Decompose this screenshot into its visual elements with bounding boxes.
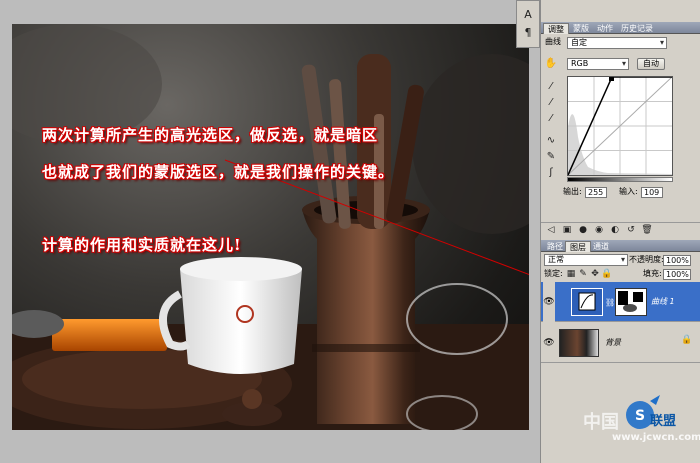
background-layer-thumb bbox=[559, 329, 599, 357]
input-gradient-bar bbox=[567, 177, 673, 182]
layer-name-background[interactable]: 背景 bbox=[605, 337, 621, 348]
clip-icon[interactable]: ● bbox=[577, 224, 589, 236]
fill-field[interactable]: 100% bbox=[663, 269, 691, 280]
eye-icon[interactable]: 👁 bbox=[543, 282, 555, 322]
document-photo[interactable]: 两次计算所产生的高光选区，做反选，就是暗区 也就成了我们的蒙版选区，就是我们操作… bbox=[12, 24, 529, 430]
curves-glyph bbox=[578, 292, 596, 311]
smooth-icon[interactable]: ʃ bbox=[544, 166, 558, 179]
lock-label: 锁定: bbox=[544, 269, 563, 278]
tab-adjustments[interactable]: 调整 bbox=[543, 23, 569, 34]
lock-transparency-icon[interactable]: ▦ bbox=[565, 268, 577, 280]
text-tool-icon[interactable]: A bbox=[520, 8, 536, 22]
preset-select[interactable]: 自定 bbox=[567, 37, 667, 49]
annotation-line-2: 也就成了我们的蒙版选区，就是我们操作的关键。 bbox=[42, 163, 395, 181]
auto-button[interactable]: 自动 bbox=[637, 58, 665, 70]
black-eyedropper-icon[interactable]: ⁄ bbox=[544, 80, 558, 93]
opacity-label: 不透明度: bbox=[629, 255, 664, 264]
tab-channels[interactable]: 通道 bbox=[589, 241, 613, 252]
lock-all-icon[interactable]: 🔒 bbox=[601, 268, 613, 280]
back-icon[interactable]: ◁ bbox=[545, 224, 557, 236]
layer-row-curves[interactable]: 👁 ⛓ 曲线 1 bbox=[541, 282, 700, 322]
watermark-brand: 联盟 bbox=[650, 414, 677, 429]
chain-icon: ⛓ bbox=[605, 298, 616, 307]
background-lock-icon: 🔒 bbox=[681, 335, 693, 345]
output-label: 输出: bbox=[563, 187, 582, 196]
curves-graph[interactable] bbox=[567, 76, 673, 176]
paragraph-tool-icon[interactable]: ¶ bbox=[520, 26, 536, 40]
layer-row-background[interactable]: 👁 背景 🔒 bbox=[541, 323, 700, 363]
input-field[interactable]: 109 bbox=[641, 187, 663, 198]
curve-point-icon[interactable]: ∿ bbox=[544, 134, 558, 147]
fill-label: 填充: bbox=[643, 269, 662, 278]
blend-mode-select[interactable]: 正常 bbox=[544, 254, 628, 266]
curves-graph-svg bbox=[567, 76, 673, 176]
opacity-field[interactable]: 100% bbox=[663, 255, 691, 266]
lock-pixels-icon[interactable]: ✎ bbox=[577, 268, 589, 280]
annotation-line-1: 两次计算所产生的高光选区，做反选，就是暗区 bbox=[42, 126, 379, 144]
previous-state-icon[interactable]: ◐ bbox=[609, 224, 621, 236]
channel-select[interactable]: RGB bbox=[567, 58, 629, 70]
input-label: 输入: bbox=[619, 187, 638, 196]
white-eyedropper-icon[interactable]: ⁄ bbox=[544, 112, 558, 125]
visibility-icon[interactable]: ◉ bbox=[593, 224, 605, 236]
tab-history[interactable]: 历史记录 bbox=[617, 23, 657, 34]
layer-name-curves[interactable]: 曲线 1 bbox=[651, 296, 675, 307]
gray-eyedropper-icon[interactable]: ⁄ bbox=[544, 96, 558, 109]
adjustments-tabbar: 调整 蒙版 动作 历史记录 bbox=[541, 22, 700, 34]
panels-dock: 调整 蒙版 动作 历史记录 曲线 自定 ✋ RGB 自动 ⁄ ⁄ ⁄ ∿ ✎ ʃ… bbox=[540, 0, 700, 463]
annotation-line-3: 计算的作用和实质就在这儿! bbox=[42, 236, 242, 254]
watermark-url: www.jcwcn.com bbox=[612, 432, 700, 443]
watermark-left: 中国 bbox=[583, 412, 619, 433]
svg-text:S: S bbox=[635, 408, 645, 424]
tab-layers[interactable]: 图层 bbox=[565, 241, 591, 252]
layers-tabbar: 路径 图层 通道 bbox=[541, 240, 700, 252]
lock-position-icon[interactable]: ✥ bbox=[589, 268, 601, 280]
tab-actions[interactable]: 动作 bbox=[593, 23, 617, 34]
adjustments-footer: ◁ ▣ ● ◉ ◐ ↺ 🗑 bbox=[541, 222, 700, 236]
output-field[interactable]: 255 bbox=[585, 187, 607, 198]
layer-view-icon[interactable]: ▣ bbox=[561, 224, 573, 236]
delete-adjustment-icon[interactable]: 🗑 bbox=[641, 224, 653, 236]
pencil-icon[interactable]: ✎ bbox=[544, 150, 558, 163]
photo-artwork bbox=[12, 24, 529, 430]
reset-icon[interactable]: ↺ bbox=[625, 224, 637, 236]
layer-mask-thumb[interactable] bbox=[615, 288, 647, 316]
mask-glyph bbox=[616, 289, 646, 315]
curves-label: 曲线 bbox=[545, 37, 561, 46]
tab-masks[interactable]: 蒙版 bbox=[569, 23, 593, 34]
hand-adjust-icon[interactable]: ✋ bbox=[544, 57, 558, 70]
document-canvas[interactable]: 两次计算所产生的高光选区，做反选，就是暗区 也就成了我们的蒙版选区，就是我们操作… bbox=[0, 0, 540, 463]
eye-icon[interactable]: 👁 bbox=[543, 323, 555, 363]
tab-paths[interactable]: 路径 bbox=[543, 241, 567, 252]
curves-adjustment-thumb bbox=[571, 288, 603, 316]
